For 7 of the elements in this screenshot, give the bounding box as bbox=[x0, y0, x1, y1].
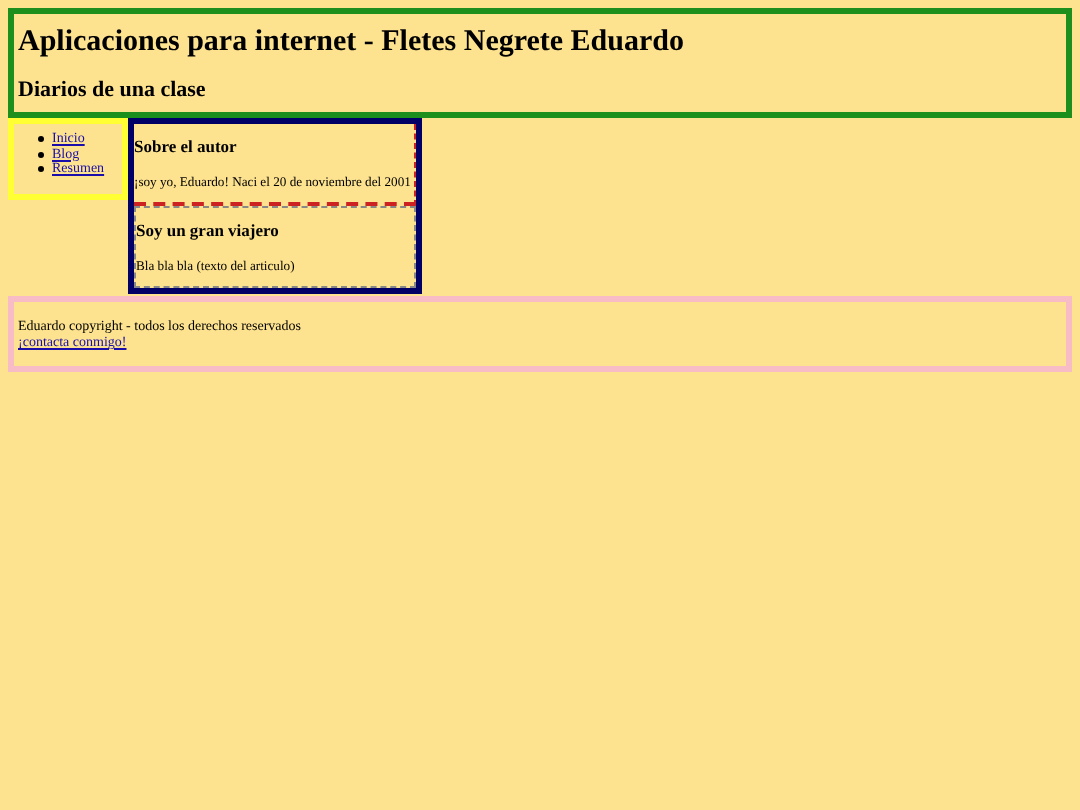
article-title: Sobre el autor bbox=[134, 136, 239, 156]
bullet-icon bbox=[38, 166, 44, 173]
page-subtitle: Diarios de una clase bbox=[18, 78, 208, 102]
page-title: Aplicaciones para internet - Fletes Negrete Eduardo bbox=[18, 26, 686, 60]
article-title: Soy un gran viajero bbox=[136, 220, 281, 240]
bullet-icon bbox=[38, 151, 44, 158]
bullet-icon bbox=[38, 136, 44, 143]
